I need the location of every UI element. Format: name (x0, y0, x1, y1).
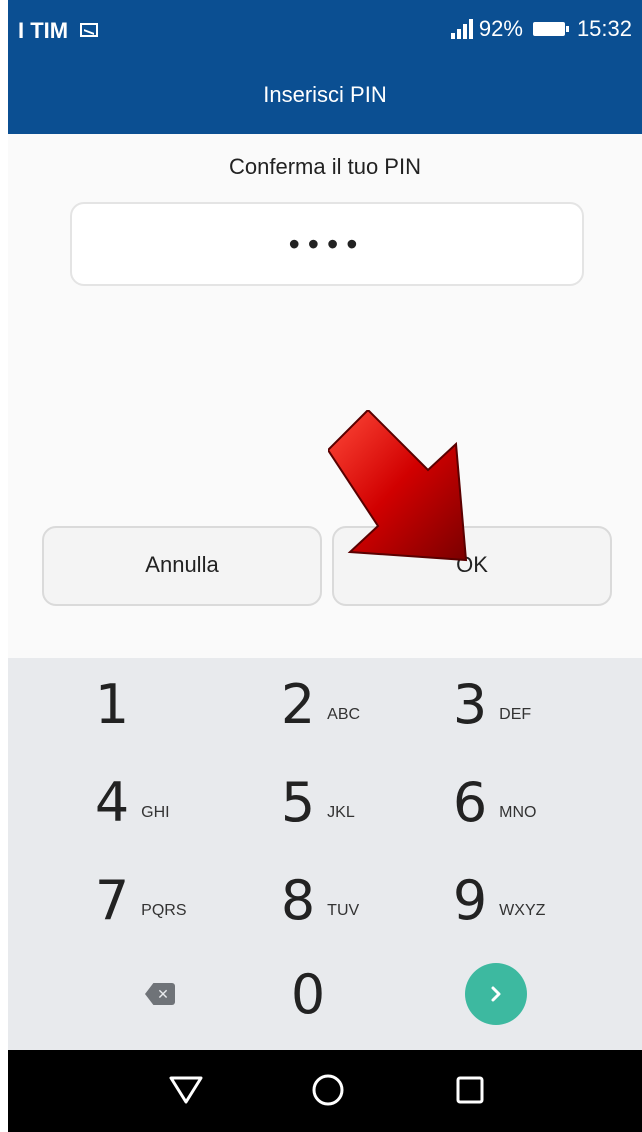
key-letters: DEF (499, 706, 532, 723)
carrier-name: I TIM (18, 18, 69, 43)
key-6[interactable]: 6 MNO (408, 756, 588, 848)
key-letters: JKL (327, 804, 355, 821)
signal-icon (450, 19, 473, 39)
key-digit: 2 (280, 672, 316, 736)
cancel-button[interactable]: Annulla (42, 526, 322, 606)
red-arrow-icon (328, 410, 468, 562)
key-digit: 5 (280, 770, 316, 834)
key-letters: WXYZ (499, 902, 546, 919)
back-icon (169, 1076, 203, 1104)
next-chevron-icon (491, 986, 501, 1002)
phone-screen: I TIM 92% 15:32 Inserisci PIN Conferma i… (8, 0, 642, 1132)
key-letters: TUV (327, 902, 360, 919)
key-letters: GHI (141, 804, 170, 821)
key-3[interactable]: 3 DEF (408, 658, 588, 750)
key-8[interactable]: 8 TUV (236, 854, 416, 946)
next-key[interactable] (406, 948, 586, 1040)
key-digit: 6 (452, 770, 488, 834)
key-digit: 4 (94, 770, 130, 834)
navigation-bar (8, 1050, 642, 1132)
page-title: Inserisci PIN (263, 82, 387, 107)
back-button[interactable] (156, 1070, 216, 1110)
key-letters: PQRS (141, 902, 187, 919)
pin-content: Conferma il tuo PIN •••• Annulla OK (8, 134, 642, 658)
next-button[interactable] (465, 963, 527, 1025)
recents-button[interactable] (440, 1070, 500, 1110)
key-digit: 0 (290, 962, 326, 1026)
key-5[interactable]: 5 JKL (236, 756, 416, 848)
home-icon (312, 1074, 344, 1106)
home-button[interactable] (298, 1070, 358, 1110)
sms-icon (80, 23, 99, 37)
numeric-keypad: 1 2 ABC 3 DEF 4 GHI 5 JKL 6 MNO 7 PQRS 8 (8, 658, 642, 1050)
key-digit: 7 (94, 868, 130, 932)
key-digit: 9 (452, 868, 488, 932)
recents-icon (456, 1076, 484, 1104)
key-9[interactable]: 9 WXYZ (408, 854, 588, 946)
backspace-icon (145, 983, 175, 1005)
key-2[interactable]: 2 ABC (236, 658, 416, 750)
key-letters: MNO (499, 804, 537, 821)
battery-icon (532, 22, 569, 36)
carrier-label: I TIM (18, 18, 99, 44)
pin-prompt: Conferma il tuo PIN (229, 154, 421, 179)
battery-percent: 92% (478, 16, 523, 41)
key-4[interactable]: 4 GHI (50, 756, 230, 848)
key-digit: 8 (280, 868, 316, 932)
key-digit: 3 (452, 672, 488, 736)
key-letters: ABC (327, 706, 361, 723)
status-right: 92% 15:32 (450, 16, 632, 42)
status-bar: I TIM 92% 15:32 (8, 0, 642, 62)
key-0[interactable]: 0 (218, 948, 398, 1040)
key-7[interactable]: 7 PQRS (50, 854, 230, 946)
clock: 15:32 (576, 16, 632, 41)
key-digit: 1 (94, 672, 130, 736)
pin-input[interactable]: •••• (70, 202, 584, 286)
app-header: Inserisci PIN (8, 62, 642, 134)
key-1[interactable]: 1 (50, 658, 230, 750)
